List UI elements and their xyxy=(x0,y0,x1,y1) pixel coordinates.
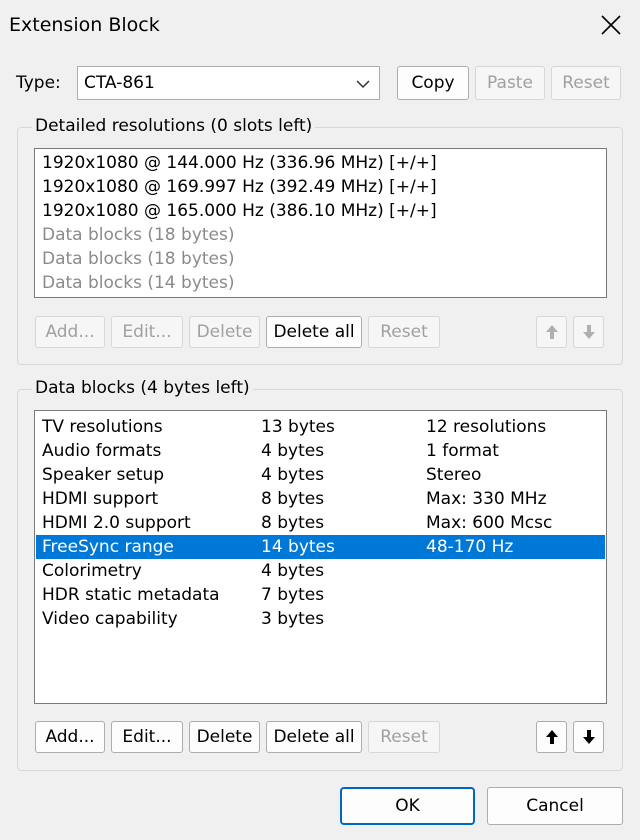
list-item[interactable]: 1920x1080 @ 144.000 Hz (336.96 MHz) [+/+… xyxy=(42,151,437,175)
table-row[interactable]: HDMI support 8 bytes Max: 330 MHz xyxy=(36,487,605,511)
type-select-value: CTA-861 xyxy=(84,73,155,93)
block-info: 48-170 Hz xyxy=(426,537,514,557)
data-move-down-button[interactable] xyxy=(573,721,604,753)
data-blocks-caption: Data blocks (4 bytes left) xyxy=(32,378,253,398)
block-name: Speaker setup xyxy=(42,465,165,485)
data-move-up-button[interactable] xyxy=(536,721,567,753)
block-bytes: 4 bytes xyxy=(261,441,325,461)
data-add-button[interactable]: Add... xyxy=(35,721,105,753)
table-row[interactable]: Speaker setup 4 bytes Stereo xyxy=(36,463,605,487)
detailed-move-up-button[interactable] xyxy=(536,316,567,348)
block-name: HDMI 2.0 support xyxy=(42,513,191,533)
block-bytes: 3 bytes xyxy=(261,609,325,629)
block-bytes: 14 bytes xyxy=(261,537,335,557)
block-bytes: 13 bytes xyxy=(261,417,335,437)
copy-button[interactable]: Copy xyxy=(397,66,469,100)
type-select[interactable]: CTA-861 xyxy=(77,66,380,100)
block-bytes: 4 bytes xyxy=(261,561,325,581)
detailed-delete-all-button[interactable]: Delete all xyxy=(266,316,362,348)
block-info: Stereo xyxy=(426,465,482,485)
type-label: Type: xyxy=(16,73,61,93)
detailed-resolutions-caption: Detailed resolutions (0 slots left) xyxy=(32,116,316,136)
detailed-resolutions-list[interactable]: 1920x1080 @ 144.000 Hz (336.96 MHz) [+/+… xyxy=(34,148,607,298)
detailed-edit-button[interactable]: Edit... xyxy=(111,316,183,348)
paste-button[interactable]: Paste xyxy=(475,66,545,100)
detailed-add-button[interactable]: Add... xyxy=(35,316,105,348)
detailed-move-down-button[interactable] xyxy=(573,316,604,348)
block-bytes: 8 bytes xyxy=(261,513,325,533)
data-blocks-list[interactable]: TV resolutions 13 bytes 12 resolutions A… xyxy=(34,410,607,704)
table-row[interactable]: Audio formats 4 bytes 1 format xyxy=(36,439,605,463)
chevron-down-icon xyxy=(356,80,370,89)
list-item[interactable]: 1920x1080 @ 169.997 Hz (392.49 MHz) [+/+… xyxy=(42,175,437,199)
block-name: Colorimetry xyxy=(42,561,142,581)
arrow-up-icon xyxy=(545,325,558,339)
close-icon xyxy=(601,15,621,35)
table-row[interactable]: Colorimetry 4 bytes xyxy=(36,559,605,583)
block-bytes: 4 bytes xyxy=(261,465,325,485)
block-info: 1 format xyxy=(426,441,499,461)
block-info: Max: 330 MHz xyxy=(426,489,547,509)
list-item[interactable]: Data blocks (18 bytes) xyxy=(42,223,235,247)
data-delete-button[interactable]: Delete xyxy=(189,721,260,753)
close-button[interactable] xyxy=(596,10,626,40)
block-bytes: 7 bytes xyxy=(261,585,325,605)
arrow-down-icon xyxy=(582,325,595,339)
block-name: HDR static metadata xyxy=(42,585,220,605)
cancel-button[interactable]: Cancel xyxy=(487,787,623,825)
detailed-reset-button[interactable]: Reset xyxy=(368,316,440,348)
data-reset-button[interactable]: Reset xyxy=(368,721,440,753)
table-row[interactable]: HDR static metadata 7 bytes xyxy=(36,583,605,607)
block-name: Video capability xyxy=(42,609,178,629)
window-title: Extension Block xyxy=(9,14,160,36)
block-info: 12 resolutions xyxy=(426,417,547,437)
table-row[interactable]: Video capability 3 bytes xyxy=(36,607,605,631)
block-name: FreeSync range xyxy=(42,537,174,557)
data-delete-all-button[interactable]: Delete all xyxy=(266,721,362,753)
table-row-selected[interactable]: FreeSync range 14 bytes 48-170 Hz xyxy=(36,535,605,559)
block-bytes: 8 bytes xyxy=(261,489,325,509)
list-item[interactable]: Data blocks (14 bytes) xyxy=(42,271,235,295)
table-row[interactable]: HDMI 2.0 support 8 bytes Max: 600 Mcsc xyxy=(36,511,605,535)
arrow-down-icon xyxy=(582,730,595,744)
block-name: TV resolutions xyxy=(42,417,163,437)
table-row[interactable]: TV resolutions 13 bytes 12 resolutions xyxy=(36,415,605,439)
ok-button[interactable]: OK xyxy=(340,787,475,825)
title-bar: Extension Block xyxy=(0,0,640,52)
list-item[interactable]: Data blocks (18 bytes) xyxy=(42,247,235,271)
reset-type-button[interactable]: Reset xyxy=(551,66,621,100)
data-edit-button[interactable]: Edit... xyxy=(111,721,183,753)
block-name: Audio formats xyxy=(42,441,162,461)
arrow-up-icon xyxy=(545,730,558,744)
block-name: HDMI support xyxy=(42,489,159,509)
detailed-delete-button[interactable]: Delete xyxy=(189,316,260,348)
block-info: Max: 600 Mcsc xyxy=(426,513,553,533)
list-item[interactable]: 1920x1080 @ 165.000 Hz (386.10 MHz) [+/+… xyxy=(42,199,437,223)
